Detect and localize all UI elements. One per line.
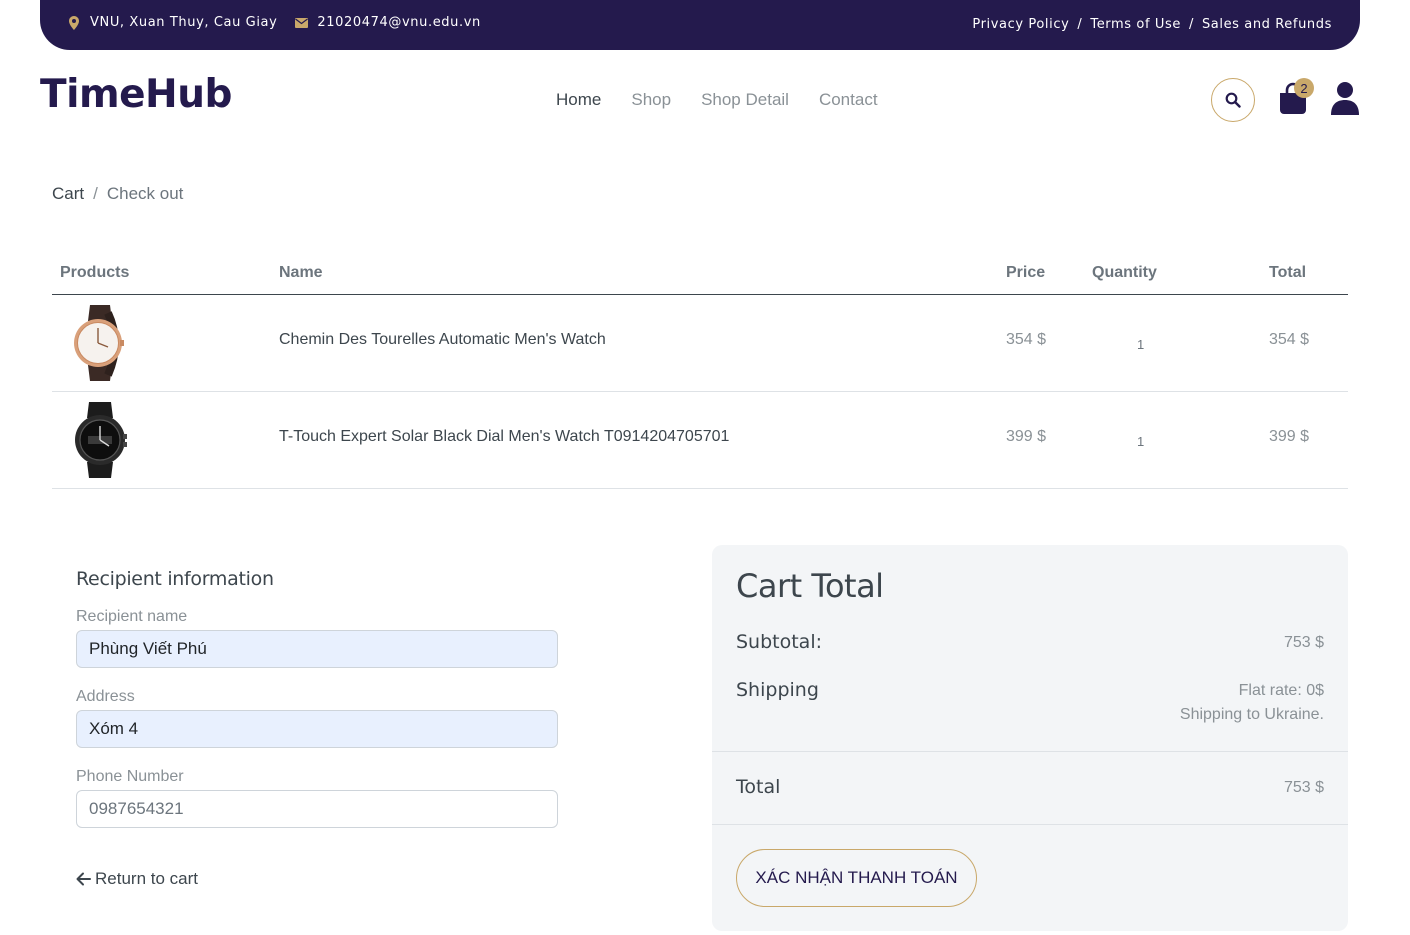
divider — [712, 751, 1348, 752]
shipping-label: Shipping — [736, 679, 819, 701]
breadcrumb: Cart / Check out — [52, 184, 183, 204]
user-icon — [1331, 82, 1359, 115]
return-to-cart-link[interactable]: Return to cart — [76, 869, 198, 889]
phone-label: Phone Number — [76, 768, 184, 785]
product-name[interactable]: Chemin Des Tourelles Automatic Men's Wat… — [279, 331, 606, 349]
shipping-rate: Flat rate: 0$ — [1238, 682, 1324, 699]
top-bar: VNU, Xuan Thuy, Cau Giay 21020474@vnu.ed… — [40, 0, 1360, 50]
product-quantity: 1 — [1137, 434, 1145, 449]
main-nav: Home Shop Shop Detail Contact — [556, 90, 908, 110]
sales-refunds-link[interactable]: Sales and Refunds — [1202, 17, 1332, 32]
terms-of-use-link[interactable]: Terms of Use — [1090, 17, 1181, 32]
breadcrumb-current: Check out — [106, 184, 184, 203]
location-text: VNU, Xuan Thuy, Cau Giay — [90, 15, 278, 30]
return-to-cart-label: Return to cart — [95, 869, 198, 888]
separator: / — [1077, 17, 1083, 32]
search-button[interactable] — [1211, 78, 1255, 122]
product-total: 354 $ — [1269, 331, 1310, 348]
total-value: 753 $ — [1283, 779, 1324, 796]
product-total: 399 $ — [1269, 428, 1310, 445]
divider — [712, 824, 1348, 825]
product-name[interactable]: T-Touch Expert Solar Black Dial Men's Wa… — [279, 428, 729, 446]
recipient-name-field[interactable] — [76, 630, 558, 668]
product-image-watch-rose-gold[interactable] — [72, 303, 128, 383]
recipient-name-label: Recipient name — [76, 608, 188, 625]
nav-shop-detail[interactable]: Shop Detail — [701, 90, 789, 110]
product-price: 354 $ — [1006, 331, 1047, 348]
policy-links: Privacy Policy / Terms of Use / Sales an… — [972, 17, 1332, 32]
breadcrumb-separator: / — [93, 184, 98, 203]
user-account-button[interactable] — [1330, 80, 1362, 116]
subtotal-value: 753 $ — [1283, 634, 1324, 651]
email-text: 21020474@vnu.edu.vn — [317, 15, 481, 30]
confirm-payment-button[interactable]: XÁC NHẬN THANH TOÁN — [736, 849, 977, 907]
address-field[interactable] — [76, 710, 558, 748]
cart-button[interactable]: 2 — [1278, 78, 1314, 116]
cart-total-title: Cart Total — [736, 567, 884, 605]
header-price: Price — [1006, 264, 1046, 281]
email-info: 21020474@vnu.edu.vn — [293, 15, 480, 30]
map-marker-icon — [66, 15, 82, 30]
table-row: Chemin Des Tourelles Automatic Men's Wat… — [52, 295, 1348, 392]
location-info: VNU, Xuan Thuy, Cau Giay — [66, 15, 277, 30]
table-row: T-Touch Expert Solar Black Dial Men's Wa… — [52, 392, 1348, 489]
cart-total-panel: Cart Total Subtotal: 753 $ Shipping Flat… — [712, 545, 1348, 931]
envelope-icon — [293, 16, 309, 30]
product-price: 399 $ — [1006, 428, 1047, 445]
nav-shop[interactable]: Shop — [631, 90, 671, 110]
header-total: Total — [1269, 264, 1307, 281]
header-products: Products — [60, 264, 130, 281]
header-name: Name — [279, 264, 323, 281]
subtotal-label: Subtotal: — [736, 631, 823, 653]
nav-contact[interactable]: Contact — [819, 90, 878, 110]
product-quantity: 1 — [1137, 337, 1145, 352]
table-header: Products Name Price Quantity Total — [52, 254, 1348, 295]
recipient-form: Recipient information Recipient name Add… — [76, 568, 558, 848]
site-logo[interactable]: TimeHub — [40, 72, 232, 117]
search-icon — [1225, 92, 1241, 108]
nav-home[interactable]: Home — [556, 90, 601, 110]
privacy-policy-link[interactable]: Privacy Policy — [972, 17, 1069, 32]
cart-table: Products Name Price Quantity Total Chemi… — [52, 254, 1348, 489]
product-image-watch-black[interactable] — [72, 400, 128, 480]
breadcrumb-cart[interactable]: Cart — [52, 184, 84, 204]
separator: / — [1188, 17, 1194, 32]
arrow-left-icon — [76, 872, 91, 886]
header-quantity: Quantity — [1092, 264, 1157, 281]
recipient-title: Recipient information — [76, 568, 274, 590]
shipping-destination: Shipping to Ukraine. — [1179, 706, 1324, 723]
phone-field[interactable] — [76, 790, 558, 828]
cart-count-badge: 2 — [1294, 78, 1314, 98]
total-label: Total — [736, 776, 781, 798]
address-label: Address — [76, 688, 135, 705]
contact-info: VNU, Xuan Thuy, Cau Giay 21020474@vnu.ed… — [66, 15, 497, 30]
